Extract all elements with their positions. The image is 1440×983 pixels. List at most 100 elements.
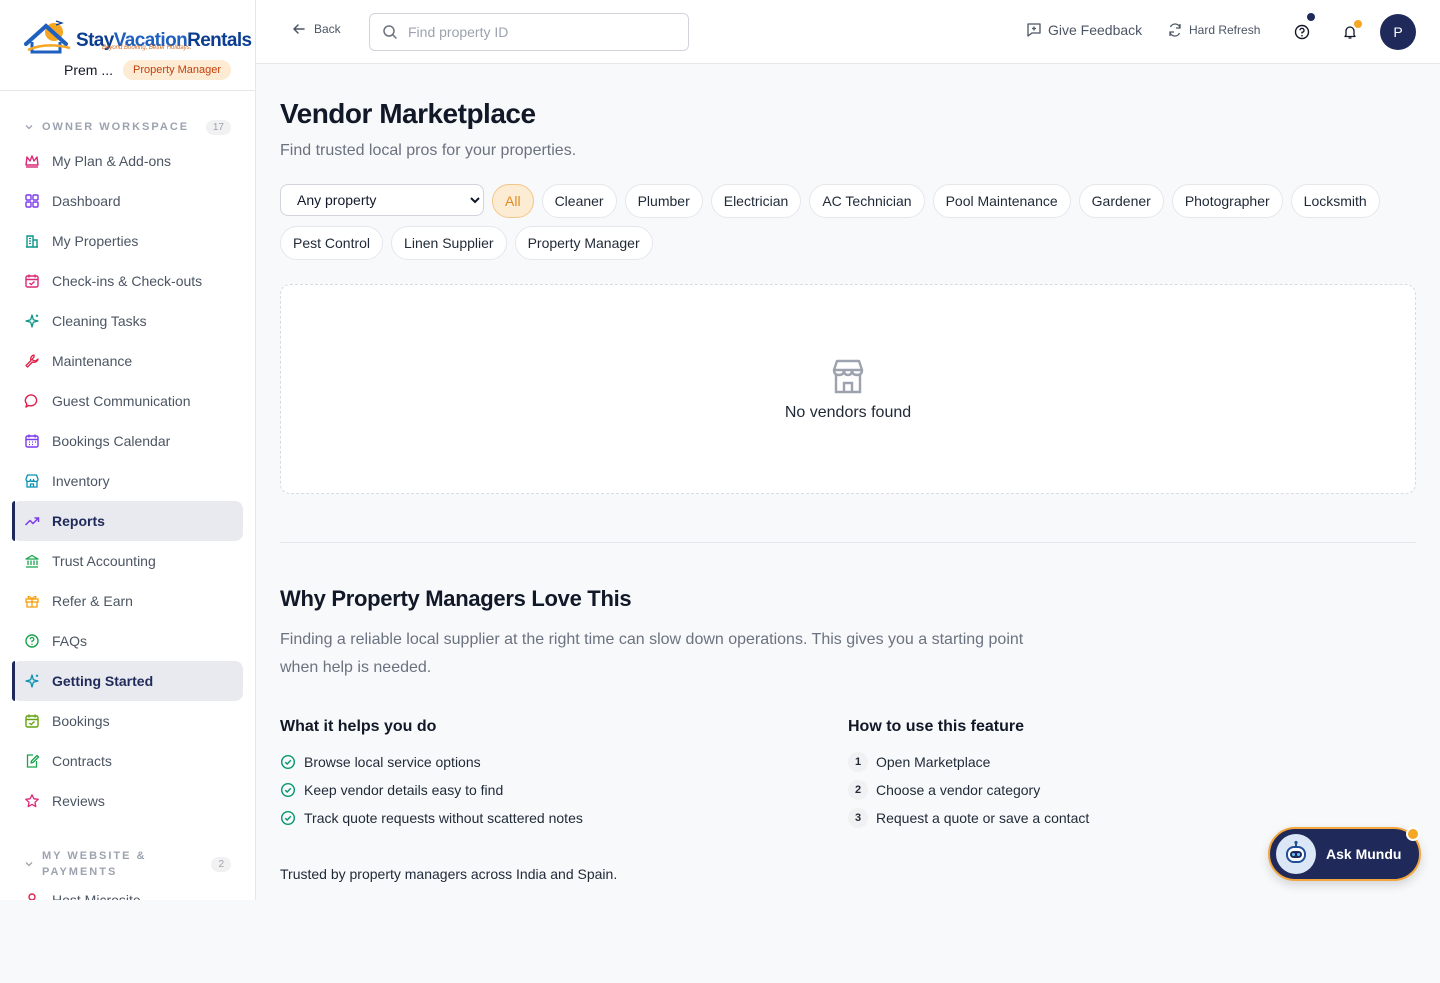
- chip-plumber[interactable]: Plumber: [624, 184, 703, 218]
- house-logo-icon: [24, 20, 71, 54]
- calendar-check-icon: [24, 273, 40, 289]
- notification-dot: [1406, 827, 1420, 841]
- help-button[interactable]: [1290, 13, 1315, 44]
- chevron-down-icon: [25, 125, 33, 130]
- chip-gardener[interactable]: Gardener: [1078, 184, 1164, 218]
- building-icon: [24, 233, 40, 249]
- sidebar-item-label: Bookings Calendar: [52, 433, 171, 449]
- section-title: MY WEBSITE & PAYMENTS: [42, 850, 147, 878]
- sidebar-item-guest-communication[interactable]: Guest Communication: [12, 381, 243, 421]
- sidebar-item-label: Maintenance: [52, 353, 133, 369]
- store-icon: [832, 359, 864, 394]
- sidebar-item-cleaning-tasks[interactable]: Cleaning Tasks: [12, 301, 243, 341]
- sidebar-item-label: Getting Started: [52, 673, 154, 689]
- sidebar-item-my-plan-and-add-ons[interactable]: My Plan & Add-ons: [12, 141, 243, 181]
- list-item: Browse local service options: [280, 748, 848, 776]
- chip-linen-supplier[interactable]: Linen Supplier: [391, 226, 507, 260]
- section-owner-workspace[interactable]: OWNER WORKSPACE 17: [0, 118, 255, 136]
- chip-cleaner[interactable]: Cleaner: [541, 184, 617, 218]
- sidebar-item-getting-started[interactable]: Getting Started: [12, 661, 243, 701]
- wrench-icon: [24, 353, 40, 369]
- chip-pool-maintenance[interactable]: Pool Maintenance: [932, 184, 1071, 218]
- back-button[interactable]: Back: [292, 22, 341, 36]
- sidebar-item-maintenance[interactable]: Maintenance: [12, 341, 243, 381]
- search-input[interactable]: [408, 24, 668, 40]
- crown-icon: [24, 153, 40, 169]
- ask-mundu-button[interactable]: Ask Mundu: [1268, 827, 1421, 881]
- sidebar-item-label: FAQs: [52, 633, 88, 649]
- logo[interactable]: StayVacationRentals Beyond Booking, Bett…: [24, 18, 252, 56]
- store-icon: [24, 473, 40, 489]
- page-subtitle: Find trusted local pros for your propert…: [280, 142, 577, 159]
- check-circle-icon: [280, 810, 296, 826]
- search-icon: [383, 25, 397, 39]
- chip-all[interactable]: All: [492, 184, 534, 218]
- list-item-text: Open Marketplace: [876, 754, 991, 770]
- sidebar-item-inventory[interactable]: Inventory: [12, 461, 243, 501]
- sidebar-item-bookings-calendar[interactable]: Bookings Calendar: [12, 421, 243, 461]
- sidebar-item-host-microsite[interactable]: Host Microsite: [12, 880, 243, 900]
- sidebar-item-label: Reports: [52, 513, 105, 529]
- chip-pest-control[interactable]: Pest Control: [280, 226, 384, 260]
- list-item-text: Browse local service options: [304, 754, 481, 770]
- list-item: 2 Choose a vendor category: [848, 776, 1416, 804]
- helps-list: Browse local service options Keep vendor …: [280, 748, 848, 832]
- section-title: OWNER WORKSPACE: [42, 121, 190, 133]
- step-number: 2: [848, 780, 868, 800]
- sidebar-item-bookings[interactable]: Bookings: [12, 701, 243, 741]
- sidebar-item-refer-and-earn[interactable]: Refer & Earn: [12, 581, 243, 621]
- trending-icon: [24, 513, 40, 529]
- section-count: 17: [205, 119, 231, 135]
- section-website-payments[interactable]: MY WEBSITE & PAYMENTS 2: [0, 848, 255, 880]
- why-title: Why Property Managers Love This: [280, 586, 632, 611]
- sidebar-item-label: Bookings: [52, 713, 110, 729]
- feedback-label: Give Feedback: [1048, 22, 1143, 38]
- refresh-icon: [1169, 23, 1181, 37]
- list-item-text: Choose a vendor category: [876, 782, 1041, 798]
- owner-nav: My Plan & Add-ons Dashboard My Properties C…: [0, 141, 255, 821]
- sidebar-item-reviews[interactable]: Reviews: [12, 781, 243, 821]
- sidebar-item-label: Host Microsite: [52, 892, 141, 900]
- sidebar-item-label: Cleaning Tasks: [52, 313, 147, 329]
- logo-tagline: Beyond Booking, Better Holidays.: [102, 45, 192, 51]
- vendor-filters: Any property All Cleaner Plumber Electricia…: [280, 184, 1416, 260]
- list-item: Track quote requests without scattered n…: [280, 804, 848, 832]
- calendar-icon: [24, 433, 40, 449]
- give-feedback-button[interactable]: Give Feedback: [1026, 22, 1142, 38]
- trusted-text: Trusted by property managers across Indi…: [280, 866, 618, 882]
- property-select[interactable]: Any property: [280, 184, 484, 216]
- hard-refresh-button[interactable]: Hard Refresh: [1167, 22, 1260, 38]
- property-search[interactable]: [369, 13, 689, 51]
- avatar[interactable]: P: [1380, 14, 1416, 50]
- why-description: Finding a reliable local supplier at the…: [280, 631, 1024, 676]
- sidebar-item-contracts[interactable]: Contracts: [12, 741, 243, 781]
- list-item: 1 Open Marketplace: [848, 748, 1416, 776]
- divider: [280, 542, 1416, 543]
- chip-electrician[interactable]: Electrician: [710, 184, 802, 218]
- sidebar-item-trust-accounting[interactable]: Trust Accounting: [12, 541, 243, 581]
- feedback-icon: [1027, 23, 1041, 37]
- sidebar-item-dashboard[interactable]: Dashboard: [12, 181, 243, 221]
- sidebar-item-my-properties[interactable]: My Properties: [12, 221, 243, 261]
- sidebar-item-faqs[interactable]: FAQs: [12, 621, 243, 661]
- sidebar: StayVacationRentals Beyond Booking, Bett…: [0, 0, 256, 900]
- chip-locksmith[interactable]: Locksmith: [1290, 184, 1380, 218]
- sidebar-item-label: Guest Communication: [52, 393, 191, 409]
- list-item-text: Track quote requests without scattered n…: [304, 810, 583, 826]
- chevron-down-icon: [25, 862, 33, 867]
- sidebar-item-check-ins-and-check-outs[interactable]: Check-ins & Check-outs: [12, 261, 243, 301]
- sidebar-item-reports[interactable]: Reports: [12, 501, 243, 541]
- chip-ac-technician[interactable]: AC Technician: [809, 184, 925, 218]
- dashboard-icon: [24, 193, 40, 209]
- star-icon: [24, 793, 40, 809]
- user-name: Prem ...: [64, 62, 114, 78]
- chip-property-manager[interactable]: Property Manager: [514, 226, 653, 260]
- main-content: Vendor Marketplace Find trusted local pr…: [280, 64, 1416, 882]
- chip-photographer[interactable]: Photographer: [1171, 184, 1283, 218]
- gift-icon: [24, 593, 40, 609]
- howto-list: 1 Open Marketplace 2 Choose a vendor catego…: [848, 748, 1416, 832]
- check-circle-icon: [280, 782, 296, 798]
- notifications-button[interactable]: [1338, 20, 1362, 44]
- step-number: 1: [848, 752, 868, 772]
- sidebar-item-label: Trust Accounting: [52, 553, 156, 569]
